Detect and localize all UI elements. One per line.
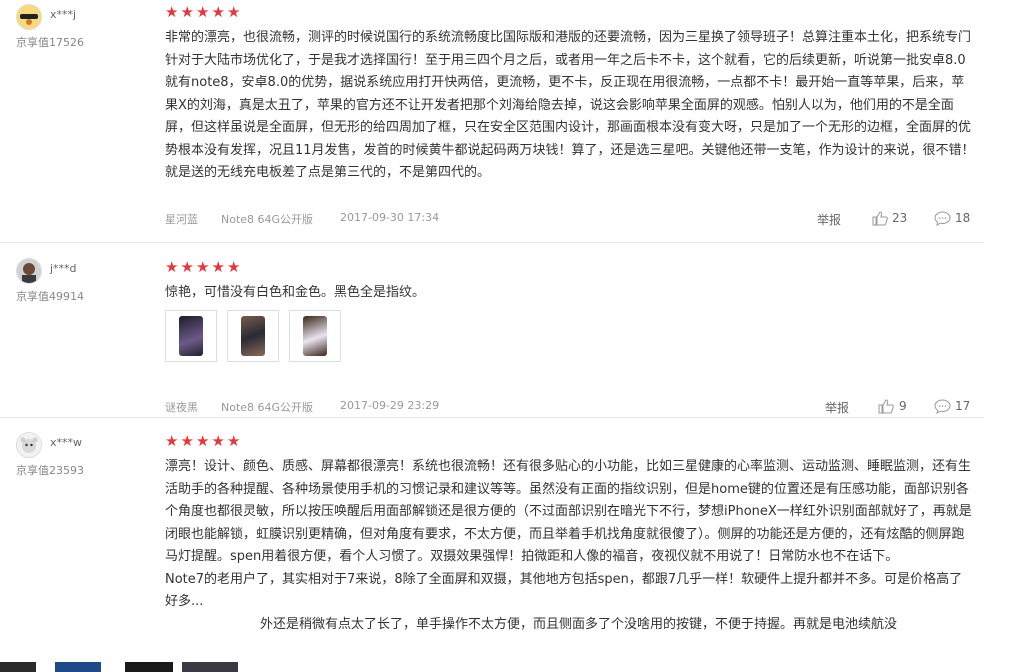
review-time: 2017-09-29 23:29 (340, 399, 440, 412)
like-count: 9 (899, 399, 907, 413)
review-paragraph: 惊艳，可惜没有白色和金色。黑色全是指纹。 (165, 285, 426, 300)
thumbs-up-icon[interactable] (872, 211, 888, 229)
review-image[interactable] (165, 310, 217, 362)
user-avatar[interactable] (16, 432, 42, 458)
star-icon: ★ (227, 3, 241, 21)
review-text: 惊艳，可惜没有白色和金色。黑色全是指纹。 (165, 282, 975, 305)
user-score: 京享值17526 (16, 36, 84, 49)
star-icon: ★ (165, 432, 179, 450)
star-icon: ★ (211, 432, 225, 450)
star-icon: ★ (196, 258, 210, 276)
user-avatar[interactable] (16, 258, 42, 284)
star-icon: ★ (165, 258, 179, 276)
comment-count: 17 (955, 399, 971, 413)
comment-bubble-icon[interactable] (934, 399, 951, 417)
product-spec: Note8 64G公开版 (221, 401, 314, 414)
star-icon: ★ (211, 3, 225, 21)
user-name[interactable]: j***d (50, 262, 77, 275)
review-item: x***j 京享值17526 ★ ★ ★ ★ ★ 非常的漂亮，也很流畅，测评的时候说国行… (0, 0, 984, 243)
user-avatar[interactable] (16, 4, 42, 30)
review-paragraph: 非常的漂亮，也很流畅，测评的时候说国行的系统流畅度比国际版和港版的还要流畅，因为… (165, 30, 975, 180)
product-color: 星河蓝 (165, 213, 198, 226)
star-icon: ★ (227, 258, 241, 276)
user-name[interactable]: x***j (50, 8, 76, 21)
star-icon: ★ (196, 432, 210, 450)
product-spec: Note8 64G公开版 (221, 213, 314, 226)
user-score: 京享值49914 (16, 290, 84, 303)
rating-stars: ★ ★ ★ ★ ★ (165, 431, 243, 450)
star-icon: ★ (180, 258, 194, 276)
review-item: x***w 京享值23593 ★ ★ ★ ★ ★ 漂亮！设计、颜色、质感、屏幕都很漂亮！… (0, 418, 984, 672)
comment-count: 18 (955, 211, 971, 225)
review-image[interactable] (227, 310, 279, 362)
review-paragraph: 漂亮！设计、颜色、质感、屏幕都很漂亮！系统也很流畅！还有很多贴心的小功能，比如三… (165, 459, 972, 564)
report-link[interactable]: 举报 (817, 211, 841, 228)
user-score: 京享值23593 (16, 464, 84, 477)
bottom-thumbnail-strip (0, 662, 240, 672)
review-text: 非常的漂亮，也很流畅，测评的时候说国行的系统流畅度比国际版和港版的还要流畅，因为… (165, 27, 975, 185)
report-link[interactable]: 举报 (825, 399, 849, 416)
star-icon: ★ (165, 3, 179, 21)
review-text: 漂亮！设计、颜色、质感、屏幕都很漂亮！系统也很流畅！还有很多贴心的小功能，比如三… (165, 456, 975, 636)
review-paragraph: Note7的老用户了，其实相对于7来说，8除了全面屏和双摄，其他地方包括spen… (165, 571, 963, 610)
review-time: 2017-09-30 17:34 (340, 211, 440, 224)
rating-stars: ★ ★ ★ ★ ★ (165, 257, 243, 276)
user-name[interactable]: x***w (50, 436, 82, 449)
comment-bubble-icon[interactable] (934, 211, 951, 229)
rating-stars: ★ ★ ★ ★ ★ (165, 2, 243, 21)
thumbs-up-icon[interactable] (878, 399, 894, 417)
star-icon: ★ (227, 432, 241, 450)
review-item: j***d 京享值49914 ★ ★ ★ ★ ★ 惊艳，可惜没有白色和金色。黑色全是指纹… (0, 243, 984, 418)
product-color: 谜夜黑 (165, 401, 198, 414)
star-icon: ★ (211, 258, 225, 276)
review-paragraph: 外还是稍微有点太了长了，单手操作不太方便，而且侧面多了个没啥用的按键，不便于持握… (260, 616, 898, 632)
review-image[interactable] (289, 310, 341, 362)
like-count: 23 (892, 211, 908, 225)
star-icon: ★ (196, 3, 210, 21)
star-icon: ★ (180, 3, 194, 21)
star-icon: ★ (180, 432, 194, 450)
